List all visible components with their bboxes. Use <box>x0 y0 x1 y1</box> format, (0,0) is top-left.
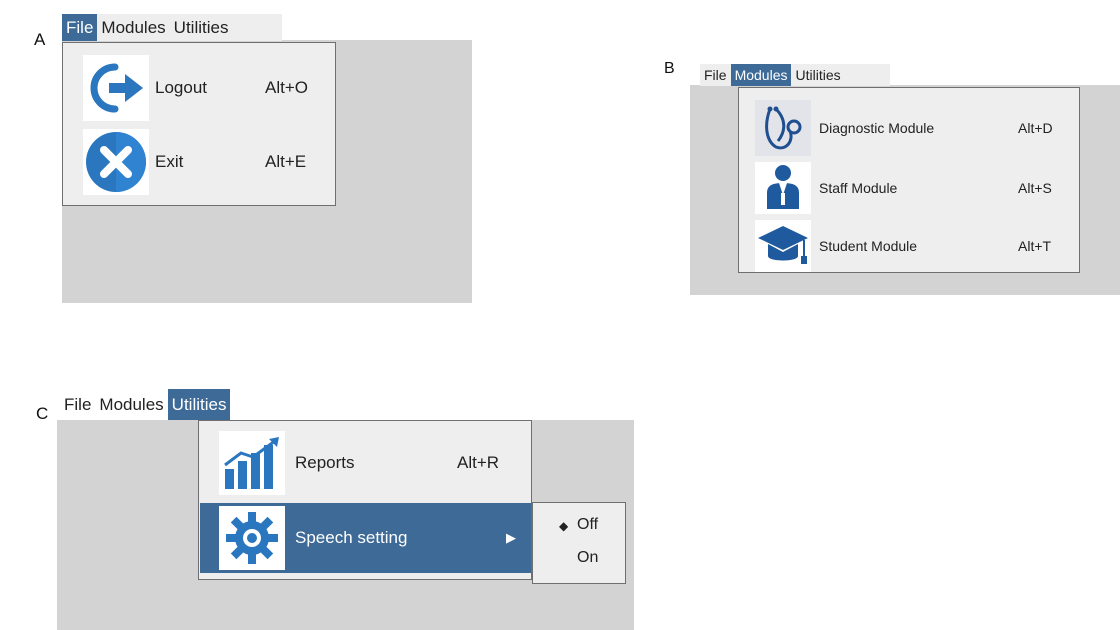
menu-file[interactable]: File <box>60 389 95 420</box>
logout-menu-item[interactable]: Logout Alt+O <box>83 55 333 121</box>
menu-utilities[interactable]: Utilities <box>170 14 233 41</box>
exit-label: Exit <box>155 152 184 171</box>
staff-person-icon <box>755 162 811 214</box>
staff-module-shortcut: Alt+S <box>1018 180 1052 196</box>
reports-menu-item[interactable]: Reports Alt+R <box>219 431 529 495</box>
speech-setting-submenu: ◆ Off On <box>532 502 626 584</box>
menu-file[interactable]: File <box>62 14 98 41</box>
exit-shortcut: Alt+E <box>265 152 307 171</box>
menu-modules[interactable]: Modules <box>730 64 792 86</box>
menu-utilities[interactable]: Utilities <box>167 389 231 420</box>
menu-utilities[interactable]: Utilities <box>791 64 844 86</box>
speech-setting-label: Speech setting <box>295 528 408 547</box>
speech-off-option[interactable]: Off <box>577 516 598 534</box>
submenu-arrow-icon: ▶ <box>506 530 516 545</box>
menu-modules[interactable]: Modules <box>95 389 167 420</box>
diagnostic-module-label: Diagnostic Module <box>819 120 935 136</box>
speech-on-option[interactable]: On <box>577 549 598 567</box>
chart-growth-icon <box>219 431 285 495</box>
reports-shortcut: Alt+R <box>457 453 500 472</box>
diagnostic-module-shortcut: Alt+D <box>1018 120 1053 136</box>
menu-file[interactable]: File <box>700 64 731 86</box>
file-dropdown-menu: Logout Alt+O Exit Alt+E <box>62 42 336 206</box>
panel-c-label: C <box>36 404 49 423</box>
student-module-shortcut: Alt+T <box>1018 238 1052 254</box>
panel-a-menubar: File Modules Utilities <box>62 14 282 41</box>
graduation-cap-icon <box>755 220 811 272</box>
diagnostic-module-item[interactable]: Diagnostic Module Alt+D <box>755 100 1077 156</box>
exit-menu-item[interactable]: Exit Alt+E <box>83 129 333 195</box>
panel-a-label: A <box>34 30 46 49</box>
panel-b-label: B <box>664 60 675 77</box>
logout-label: Logout <box>155 78 207 97</box>
exit-icon <box>83 129 149 195</box>
panel-c-menubar: File Modules Utilities <box>60 389 282 420</box>
reports-label: Reports <box>295 453 355 472</box>
logout-icon <box>83 55 149 121</box>
panel-b-menubar: File Modules Utilities <box>700 64 890 86</box>
student-module-label: Student Module <box>819 238 918 254</box>
gear-icon <box>219 506 285 570</box>
logout-shortcut: Alt+O <box>265 78 308 97</box>
menu-modules[interactable]: Modules <box>97 14 169 41</box>
student-module-item[interactable]: Student Module Alt+T <box>755 220 1077 272</box>
selected-radio-marker-icon: ◆ <box>559 519 569 533</box>
speech-setting-menu-item[interactable]: Speech setting ▶ <box>200 503 531 573</box>
utilities-dropdown-menu: Reports Alt+R Speech setting ▶ <box>198 420 532 580</box>
staff-module-label: Staff Module <box>819 180 898 196</box>
stethoscope-icon <box>755 100 811 156</box>
staff-module-item[interactable]: Staff Module Alt+S <box>755 162 1077 214</box>
modules-dropdown-menu: Diagnostic Module Alt+D Staff Module Alt… <box>738 87 1080 273</box>
